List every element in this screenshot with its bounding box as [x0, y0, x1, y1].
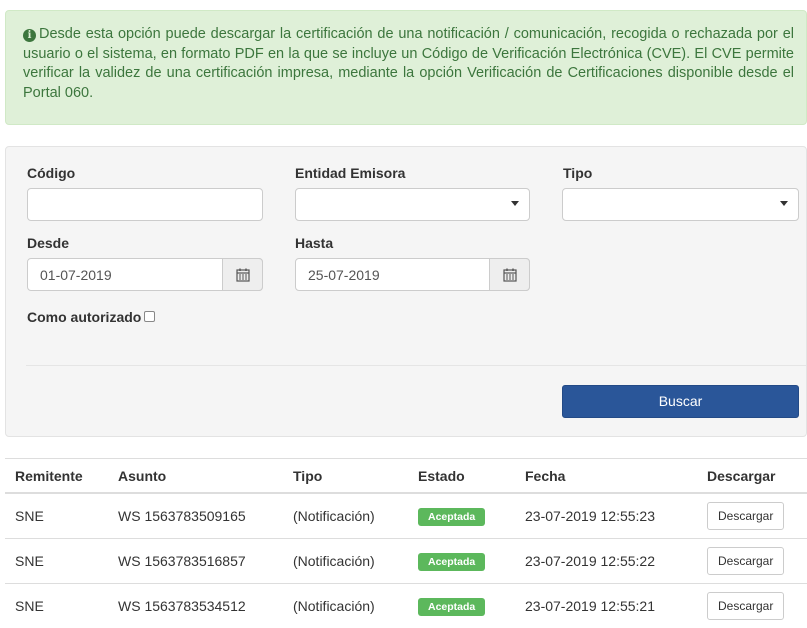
- estado-cell: Aceptada: [418, 539, 525, 584]
- chevron-down-icon: [511, 201, 519, 206]
- como-autorizado-label: Como autorizado: [27, 309, 155, 325]
- codigo-label: Código: [27, 165, 75, 181]
- codigo-input[interactable]: [27, 188, 263, 221]
- estado-cell: Aceptada: [418, 584, 525, 628]
- calendar-icon: [236, 268, 250, 282]
- buscar-button[interactable]: Buscar: [562, 385, 799, 418]
- remitente-cell: SNE: [5, 493, 118, 539]
- asunto-cell: WS 1563783509165: [118, 493, 293, 539]
- desde-date-value: 01-07-2019: [40, 267, 112, 283]
- calendar-icon: [503, 268, 517, 282]
- column-header-asunto[interactable]: Asunto: [118, 459, 293, 494]
- calendar-button[interactable]: [489, 258, 530, 291]
- asunto-cell: WS 1563783534512: [118, 584, 293, 628]
- fecha-cell: 23-07-2019 12:55:22: [525, 539, 707, 584]
- table-header-row: Remitente Asunto Tipo Estado Fecha Desca…: [5, 459, 807, 494]
- column-header-fecha[interactable]: Fecha: [525, 459, 707, 494]
- como-autorizado-checkbox[interactable]: [144, 311, 155, 322]
- tipo-cell: (Notificación): [293, 539, 418, 584]
- tipo-select[interactable]: [562, 188, 799, 221]
- como-autorizado-text: Como autorizado: [27, 309, 141, 325]
- chevron-down-icon: [780, 201, 788, 206]
- descargar-cell: Descargar: [707, 493, 807, 539]
- table-row: SNE WS 1563783509165 (Notificación) Acep…: [5, 493, 807, 539]
- column-header-estado[interactable]: Estado: [418, 459, 525, 494]
- descargar-button[interactable]: Descargar: [707, 592, 784, 620]
- tipo-cell: (Notificación): [293, 584, 418, 628]
- calendar-button[interactable]: [222, 258, 263, 291]
- column-header-descargar: Descargar: [707, 459, 807, 494]
- status-badge: Aceptada: [418, 598, 485, 616]
- column-header-tipo[interactable]: Tipo: [293, 459, 418, 494]
- hasta-date-input[interactable]: 25-07-2019: [295, 258, 530, 291]
- asunto-cell: WS 1563783516857: [118, 539, 293, 584]
- results-table: Remitente Asunto Tipo Estado Fecha Desca…: [5, 458, 807, 628]
- descargar-cell: Descargar: [707, 539, 807, 584]
- tipo-label: Tipo: [563, 165, 592, 181]
- remitente-cell: SNE: [5, 584, 118, 628]
- descargar-cell: Descargar: [707, 584, 807, 628]
- table-row: SNE WS 1563783534512 (Notificación) Acep…: [5, 584, 807, 628]
- info-alert-text: Desde esta opción puede descargar la cer…: [23, 26, 794, 101]
- desde-date-input[interactable]: 01-07-2019: [27, 258, 263, 291]
- fecha-cell: 23-07-2019 12:55:21: [525, 584, 707, 628]
- hasta-date-value: 25-07-2019: [308, 267, 380, 283]
- entidad-emisora-select[interactable]: [295, 188, 530, 221]
- table-row: SNE WS 1563783516857 (Notificación) Acep…: [5, 539, 807, 584]
- fecha-cell: 23-07-2019 12:55:23: [525, 493, 707, 539]
- search-panel: Código Entidad Emisora Tipo Desde 01-07-…: [5, 146, 807, 437]
- status-badge: Aceptada: [418, 553, 485, 571]
- tipo-cell: (Notificación): [293, 493, 418, 539]
- descargar-button[interactable]: Descargar: [707, 547, 784, 575]
- entidad-emisora-label: Entidad Emisora: [295, 165, 405, 181]
- column-header-remitente[interactable]: Remitente: [5, 459, 118, 494]
- desde-label: Desde: [27, 235, 69, 251]
- info-circle-icon: i: [23, 29, 36, 42]
- estado-cell: Aceptada: [418, 493, 525, 539]
- form-divider: [26, 365, 806, 366]
- remitente-cell: SNE: [5, 539, 118, 584]
- descargar-button[interactable]: Descargar: [707, 502, 784, 530]
- hasta-label: Hasta: [295, 235, 333, 251]
- status-badge: Aceptada: [418, 508, 485, 526]
- info-alert: iDesde esta opción puede descargar la ce…: [5, 10, 807, 125]
